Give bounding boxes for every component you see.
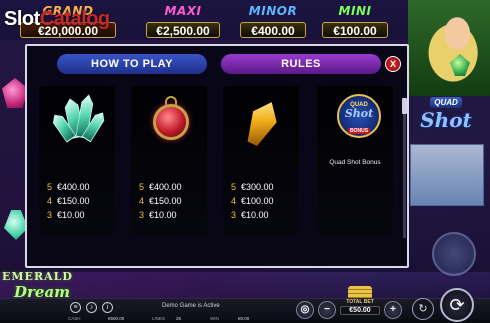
watermark-catalog: Catalog bbox=[39, 8, 110, 30]
bonus-badge-bottom: BONUS bbox=[347, 128, 371, 134]
jackpot-mini-value: €100.00 bbox=[322, 22, 388, 38]
pay-row: 3 €10.00 bbox=[231, 210, 269, 220]
bet-decrease-button[interactable]: − bbox=[318, 301, 336, 319]
jackpot-minor-label: MINOR bbox=[248, 4, 298, 18]
spin-button[interactable]: ⟳ bbox=[440, 288, 474, 322]
watermark: SlotCatalog bbox=[4, 8, 110, 31]
side-spin-button[interactable] bbox=[432, 232, 476, 276]
bet-increase-button[interactable]: + bbox=[384, 301, 402, 319]
paytable-card-topaz: 5 €300.00 4 €100.00 3 €10.00 bbox=[223, 86, 299, 236]
close-icon[interactable]: X bbox=[385, 56, 401, 72]
menu-icon[interactable]: ≡ bbox=[70, 302, 81, 313]
pay-row: 5 €300.00 bbox=[231, 182, 274, 192]
total-bet-value: €50.00 bbox=[340, 306, 380, 315]
pay-row: 5 €400.00 bbox=[139, 182, 182, 192]
lines-label: LINES bbox=[152, 316, 166, 321]
jackpot-mini: MINI €100.00 bbox=[322, 4, 388, 40]
tab-rules[interactable]: RULES bbox=[221, 54, 381, 74]
paytable-card-crystal: 5 €400.00 4 €150.00 3 €10.00 bbox=[39, 86, 115, 236]
chip-selector-icon[interactable]: ◎ bbox=[296, 301, 314, 319]
game-logo-line1: EMERALD bbox=[2, 270, 73, 283]
bonus-badge-mid: Shot bbox=[344, 107, 374, 120]
win-label: WIN bbox=[210, 316, 219, 321]
jackpot-mini-label: MINI bbox=[338, 4, 372, 18]
pay-row: 3 €10.00 bbox=[47, 210, 85, 220]
total-bet-label: TOTAL BET bbox=[346, 299, 374, 305]
scrollbar-thumb[interactable] bbox=[402, 98, 407, 114]
scrollbar-track[interactable] bbox=[403, 98, 406, 238]
pay-row: 5 €400.00 bbox=[47, 182, 90, 192]
cash-value: €500.00 bbox=[108, 316, 125, 321]
paytable-card-bonus: QUAD Shot BONUS Quad Shot Bonus bbox=[317, 86, 393, 236]
cash-label: CASH bbox=[68, 316, 81, 321]
info-icon[interactable]: i bbox=[102, 302, 113, 313]
pay-row: 4 €150.00 bbox=[139, 196, 182, 206]
paytable-card-ruby: 5 €400.00 4 €150.00 3 €10.00 bbox=[131, 86, 207, 236]
sound-icon[interactable]: ♪ bbox=[86, 302, 97, 313]
paytable-modal: HOW TO PLAY RULES X 5 €400.00 4 €150.00 3 €… bbox=[25, 44, 409, 268]
quad-shot-logo-script: Shot bbox=[420, 108, 472, 132]
crystal-icon bbox=[47, 94, 107, 148]
reel-symbol-preview bbox=[410, 144, 484, 206]
quad-shot-bonus-icon: QUAD Shot BONUS bbox=[325, 94, 385, 148]
jackpot-maxi-value: €2,500.00 bbox=[146, 22, 220, 38]
demo-status-text: Demo Game is Active bbox=[162, 303, 220, 309]
jackpot-minor: MINOR €400.00 bbox=[240, 4, 306, 40]
jackpot-minor-value: €400.00 bbox=[240, 22, 306, 38]
watermark-slot: Slot bbox=[4, 8, 40, 30]
pay-row: 3 €10.00 bbox=[139, 210, 177, 220]
quad-shot-logo: QUAD Shot bbox=[410, 92, 482, 136]
jackpot-maxi-label: MAXI bbox=[164, 4, 202, 18]
pay-row: 4 €150.00 bbox=[47, 196, 90, 206]
topaz-icon bbox=[231, 94, 291, 148]
quad-shot-logo-top: QUAD bbox=[430, 97, 462, 108]
sorceress-character bbox=[408, 0, 490, 96]
bonus-description: Quad Shot Bonus bbox=[329, 159, 381, 166]
pay-row: 4 €100.00 bbox=[231, 196, 274, 206]
jackpot-maxi: MAXI €2,500.00 bbox=[146, 4, 220, 40]
lines-value: 25 bbox=[176, 316, 182, 321]
win-value: €0.00 bbox=[238, 316, 250, 321]
ruby-pendant-icon bbox=[139, 94, 199, 148]
total-bet-display: TOTAL BET €50.00 bbox=[340, 299, 380, 315]
autoplay-icon[interactable]: ↻ bbox=[412, 298, 434, 320]
tab-how-to-play[interactable]: HOW TO PLAY bbox=[57, 54, 207, 74]
